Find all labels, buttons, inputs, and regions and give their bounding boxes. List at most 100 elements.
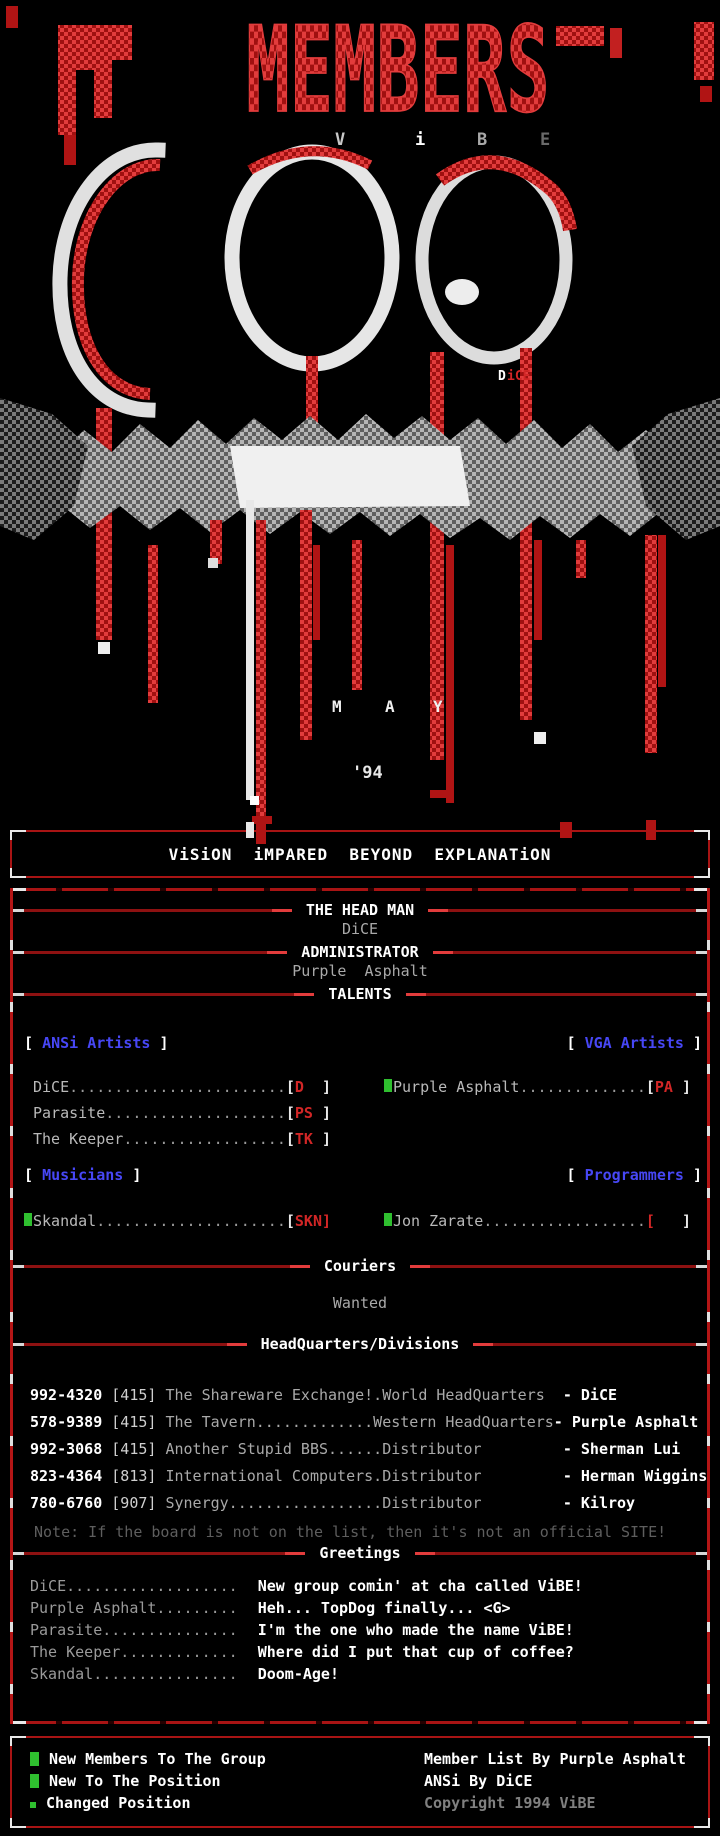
credits: Member List By Purple Asphalt ANSi By Di…	[424, 1748, 686, 1814]
member-row: Purple Asphalt..............[PA ]	[384, 1074, 710, 1100]
motto-banner: ViSiON iMPARED BEYOND EXPLANATiON	[10, 830, 710, 878]
svg-text:iCE: iCE	[507, 369, 530, 384]
section-title: ADMINISTRATOR	[293, 943, 426, 961]
new-marker	[384, 1213, 392, 1226]
section-header-greetings: Greetings	[10, 1543, 710, 1563]
svg-text:D: D	[498, 369, 506, 384]
talent-group-labels-row-2: [ Musicians ] [ Programmers ]	[10, 1166, 710, 1186]
section-title: HeadQuarters/Divisions	[253, 1335, 468, 1353]
greeting-row: Purple Asphalt.........Heh... TopDog fin…	[10, 1597, 710, 1619]
blood-drip-overlay	[246, 822, 254, 838]
vibe-letter-b: B	[477, 130, 487, 150]
svg-text:A: A	[385, 697, 395, 716]
section-header-talents: TALENTS	[10, 984, 710, 1004]
legend-marker-icon	[30, 1774, 39, 1788]
credit-row: ANSi By DiCE	[424, 1770, 686, 1792]
site-note: Note: If the board is not on the list, t…	[10, 1523, 710, 1543]
vga-artists-list: Purple Asphalt..............[PA ]	[384, 1074, 710, 1100]
rule-line	[427, 951, 710, 954]
rule-line	[400, 993, 710, 996]
section-header-head-man: THE HEAD MAN	[10, 900, 710, 920]
section-title: Couriers	[316, 1257, 404, 1275]
section-title: TALENTS	[320, 985, 399, 1003]
banner-corner	[694, 868, 710, 878]
left-wing	[0, 398, 88, 540]
greetings-list: DiCE...................New group comin' …	[10, 1575, 710, 1685]
couriers-status: Wanted	[10, 1294, 710, 1316]
svg-text:M: M	[332, 697, 342, 716]
footer-corner	[694, 1736, 710, 1746]
section-header-administrator: ADMINISTRATOR	[10, 942, 710, 962]
panel-border-top	[10, 888, 710, 891]
banner-corner	[10, 868, 26, 878]
panel-border-bottom	[10, 1721, 710, 1724]
talent-members-row-1: DiCE........................[D ] Parasit…	[10, 1074, 710, 1152]
greeting-row: DiCE...................New group comin' …	[10, 1575, 710, 1597]
board-row: 992-4320 [415] The Shareware Exchange!.W…	[10, 1382, 710, 1409]
blood-drip-overlay	[646, 820, 656, 840]
programmers-list: Jon Zarate..................[ ]	[384, 1208, 710, 1234]
motto-text: ViSiON iMPARED BEYOND EXPLANATiON	[169, 845, 552, 864]
board-row: 780-6760 [907] Synergy.................D…	[10, 1490, 710, 1517]
group-label-musicians: [ Musicians ]	[24, 1166, 141, 1186]
board-row: 992-3068 [415] Another Stupid BBS......D…	[10, 1436, 710, 1463]
rule-line	[409, 1552, 710, 1555]
rule-line	[10, 993, 320, 996]
member-row: DiCE........................[D ]	[24, 1074, 384, 1100]
vibe-letter-e: E	[540, 130, 550, 150]
footer-corner	[694, 1818, 710, 1828]
member-row: Skandal.....................[SKN]	[24, 1208, 384, 1234]
rule-line	[10, 1552, 311, 1555]
blood-blob-top-left	[58, 25, 132, 165]
member-list-panel: THE HEAD MAN DiCE ADMINISTRATOR Purple A…	[10, 888, 710, 1724]
banner-corner	[694, 830, 710, 840]
section-title: THE HEAD MAN	[298, 901, 422, 919]
left-eye-shape	[60, 150, 160, 640]
footer-corner	[10, 1736, 26, 1746]
section-header-couriers: Couriers	[10, 1256, 710, 1276]
talent-members-row-2: Skandal.....................[SKN] Jon Za…	[10, 1208, 710, 1234]
ansi-artists-list: DiCE........................[D ] Parasit…	[24, 1074, 384, 1152]
talent-group-labels-row-1: [ ANSi Artists ] [ VGA Artists ]	[10, 1034, 710, 1054]
rule-line	[10, 909, 298, 912]
head-man-name: DiCE	[10, 920, 710, 942]
rule-line	[10, 1343, 253, 1346]
rule-line	[10, 951, 293, 954]
board-row: 578-9389 [415] The Tavern.............We…	[10, 1409, 710, 1436]
svg-text:MEMBERS: MEMBERS	[246, 2, 549, 140]
group-label-programmers: [ Programmers ]	[567, 1166, 702, 1186]
skull-artwork: MEMBERS V i B E	[0, 0, 720, 828]
rule-line	[467, 1343, 710, 1346]
section-header-headquarters: HeadQuarters/Divisions	[10, 1334, 710, 1354]
member-row: Jon Zarate..................[ ]	[384, 1208, 710, 1234]
new-marker	[384, 1079, 392, 1092]
panel-border-left	[10, 888, 13, 1724]
vibe-letter-i: i	[415, 130, 425, 150]
year-label: '94	[352, 763, 383, 783]
members-title: MEMBERS	[246, 2, 549, 140]
legend-marker-icon	[30, 1752, 39, 1766]
legend-panel: New Members To The Group New To The Posi…	[10, 1736, 710, 1828]
svg-text:Y: Y	[433, 697, 443, 716]
greeting-row: Parasite...............I'm the one who m…	[10, 1619, 710, 1641]
banner-corner	[10, 830, 26, 840]
group-label-ansi-artists: [ ANSi Artists ]	[24, 1034, 169, 1054]
date-label: M A Y '94	[332, 697, 443, 783]
new-marker	[24, 1213, 32, 1226]
administrator-name: Purple Asphalt	[10, 962, 710, 984]
musicians-list: Skandal.....................[SKN]	[24, 1208, 384, 1234]
credit-row: Member List By Purple Asphalt	[424, 1748, 686, 1770]
board-row: 823-4364 [813] International Computers.D…	[10, 1463, 710, 1490]
ansi-member-list-page: MEMBERS V i B E	[0, 0, 720, 1836]
greeting-row: Skandal................Doom-Age!	[10, 1663, 710, 1685]
member-row: Parasite....................[PS ]	[24, 1100, 384, 1126]
greeting-row: The Keeper.............Where did I put t…	[10, 1641, 710, 1663]
artist-signature: D iCE	[498, 369, 530, 384]
footer-corner	[10, 1818, 26, 1828]
rule-line	[422, 909, 710, 912]
blood-drip-overlay	[256, 820, 266, 844]
rule-line	[10, 1265, 316, 1268]
vibe-letter-v: V	[335, 130, 345, 150]
blood-drip-overlay	[560, 822, 572, 838]
rule-line	[404, 1265, 710, 1268]
